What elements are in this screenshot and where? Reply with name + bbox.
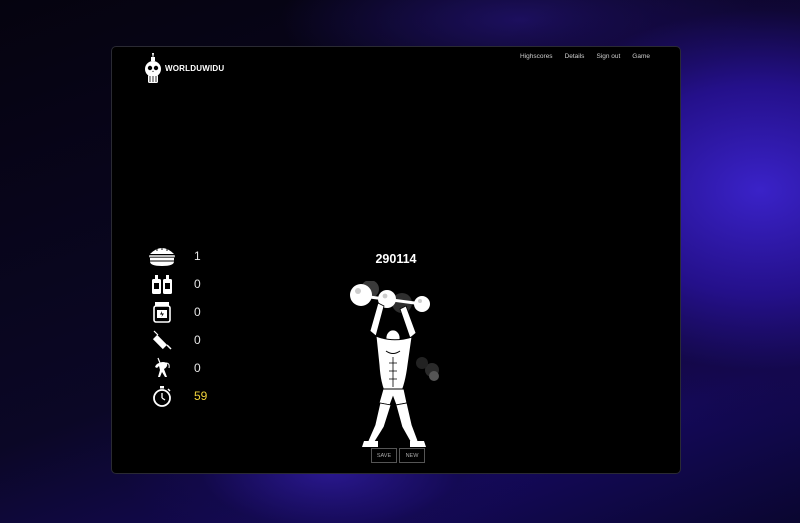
save-button[interactable]: SAVE: [371, 448, 397, 463]
stat-unicorn-value: 0: [194, 361, 201, 375]
stat-syringe: 0: [148, 327, 218, 353]
nav-sign-out[interactable]: Sign out: [596, 53, 620, 60]
skull-icon: [145, 53, 161, 83]
weightlifter-figure[interactable]: [344, 280, 454, 456]
nav-details[interactable]: Details: [565, 53, 585, 60]
stat-burger: 1: [148, 243, 218, 269]
stat-syringe-value: 0: [194, 333, 201, 347]
jugs-icon: [148, 272, 176, 296]
game-window: WORLDUWIDU Highscores Details Sign out G…: [111, 46, 681, 474]
stat-jugs-value: 0: [194, 277, 201, 291]
game-buttons: SAVE NEW: [371, 448, 425, 463]
burger-icon: [148, 244, 176, 268]
stat-jugs: 0: [148, 271, 218, 297]
logo-text: WORLDUWIDU: [165, 63, 225, 73]
new-button[interactable]: NEW: [399, 448, 425, 463]
stat-burger-value: 1: [194, 249, 201, 263]
nav-game[interactable]: Game: [632, 53, 650, 60]
stat-unicorn: 0: [148, 355, 218, 381]
nav-highscores[interactable]: Highscores: [520, 53, 553, 60]
stat-timer: 59: [148, 383, 218, 409]
score-display: 290114: [375, 252, 417, 266]
stat-supplement-value: 0: [194, 305, 201, 319]
stopwatch-icon: [148, 384, 176, 408]
syringe-icon: [148, 328, 176, 352]
stat-timer-value: 59: [194, 389, 208, 403]
weightlifter-icon: [350, 280, 439, 447]
unicorn-icon: [148, 356, 176, 380]
supplement-jar-icon: [148, 300, 176, 324]
logo[interactable]: WORLDUWIDU: [143, 53, 224, 85]
stat-supplement: 0: [148, 299, 218, 325]
top-nav: Highscores Details Sign out Game: [520, 53, 650, 60]
